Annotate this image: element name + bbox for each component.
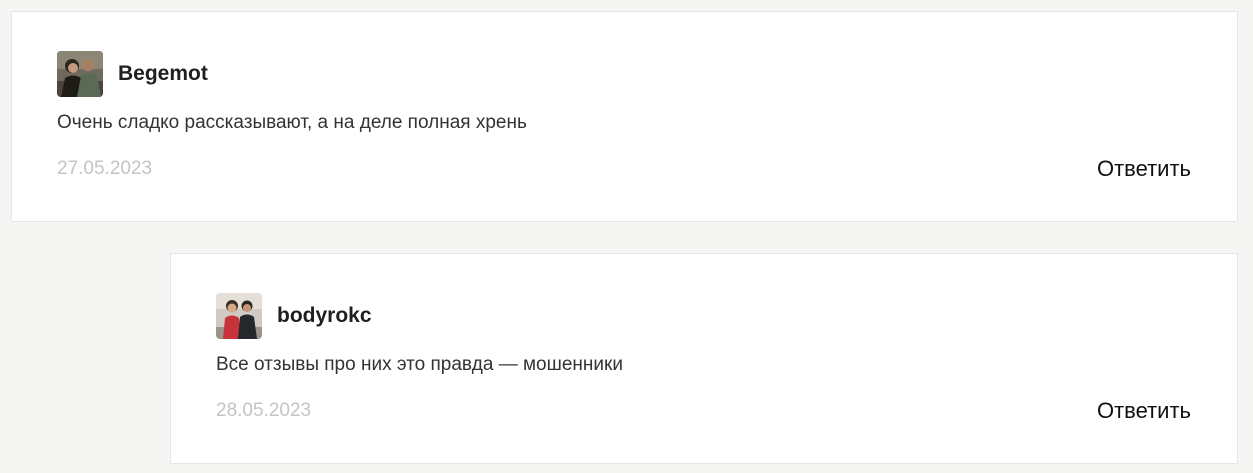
- comment-text: Все отзывы про них это правда — мошенник…: [216, 354, 623, 375]
- reply-button[interactable]: Ответить: [1097, 155, 1191, 183]
- reply-button[interactable]: Ответить: [1097, 397, 1191, 425]
- user-avatar[interactable]: [216, 293, 262, 339]
- comment-author[interactable]: bodyrokc: [277, 303, 372, 329]
- comment-author[interactable]: Begemot: [118, 61, 208, 87]
- user-photo-avatar-icon: [57, 51, 103, 97]
- comment-text: Очень сладко рассказывают, а на деле пол…: [57, 112, 527, 133]
- comment-card: Begemot Очень сладко рассказывают, а на …: [11, 11, 1238, 222]
- user-photo-avatar-icon: [216, 293, 262, 339]
- comment-date: 28.05.2023: [216, 400, 312, 421]
- reply-comment-card: bodyrokc Все отзывы про них это правда —…: [170, 253, 1238, 464]
- user-avatar[interactable]: [57, 51, 103, 97]
- comment-date: 27.05.2023: [57, 158, 153, 179]
